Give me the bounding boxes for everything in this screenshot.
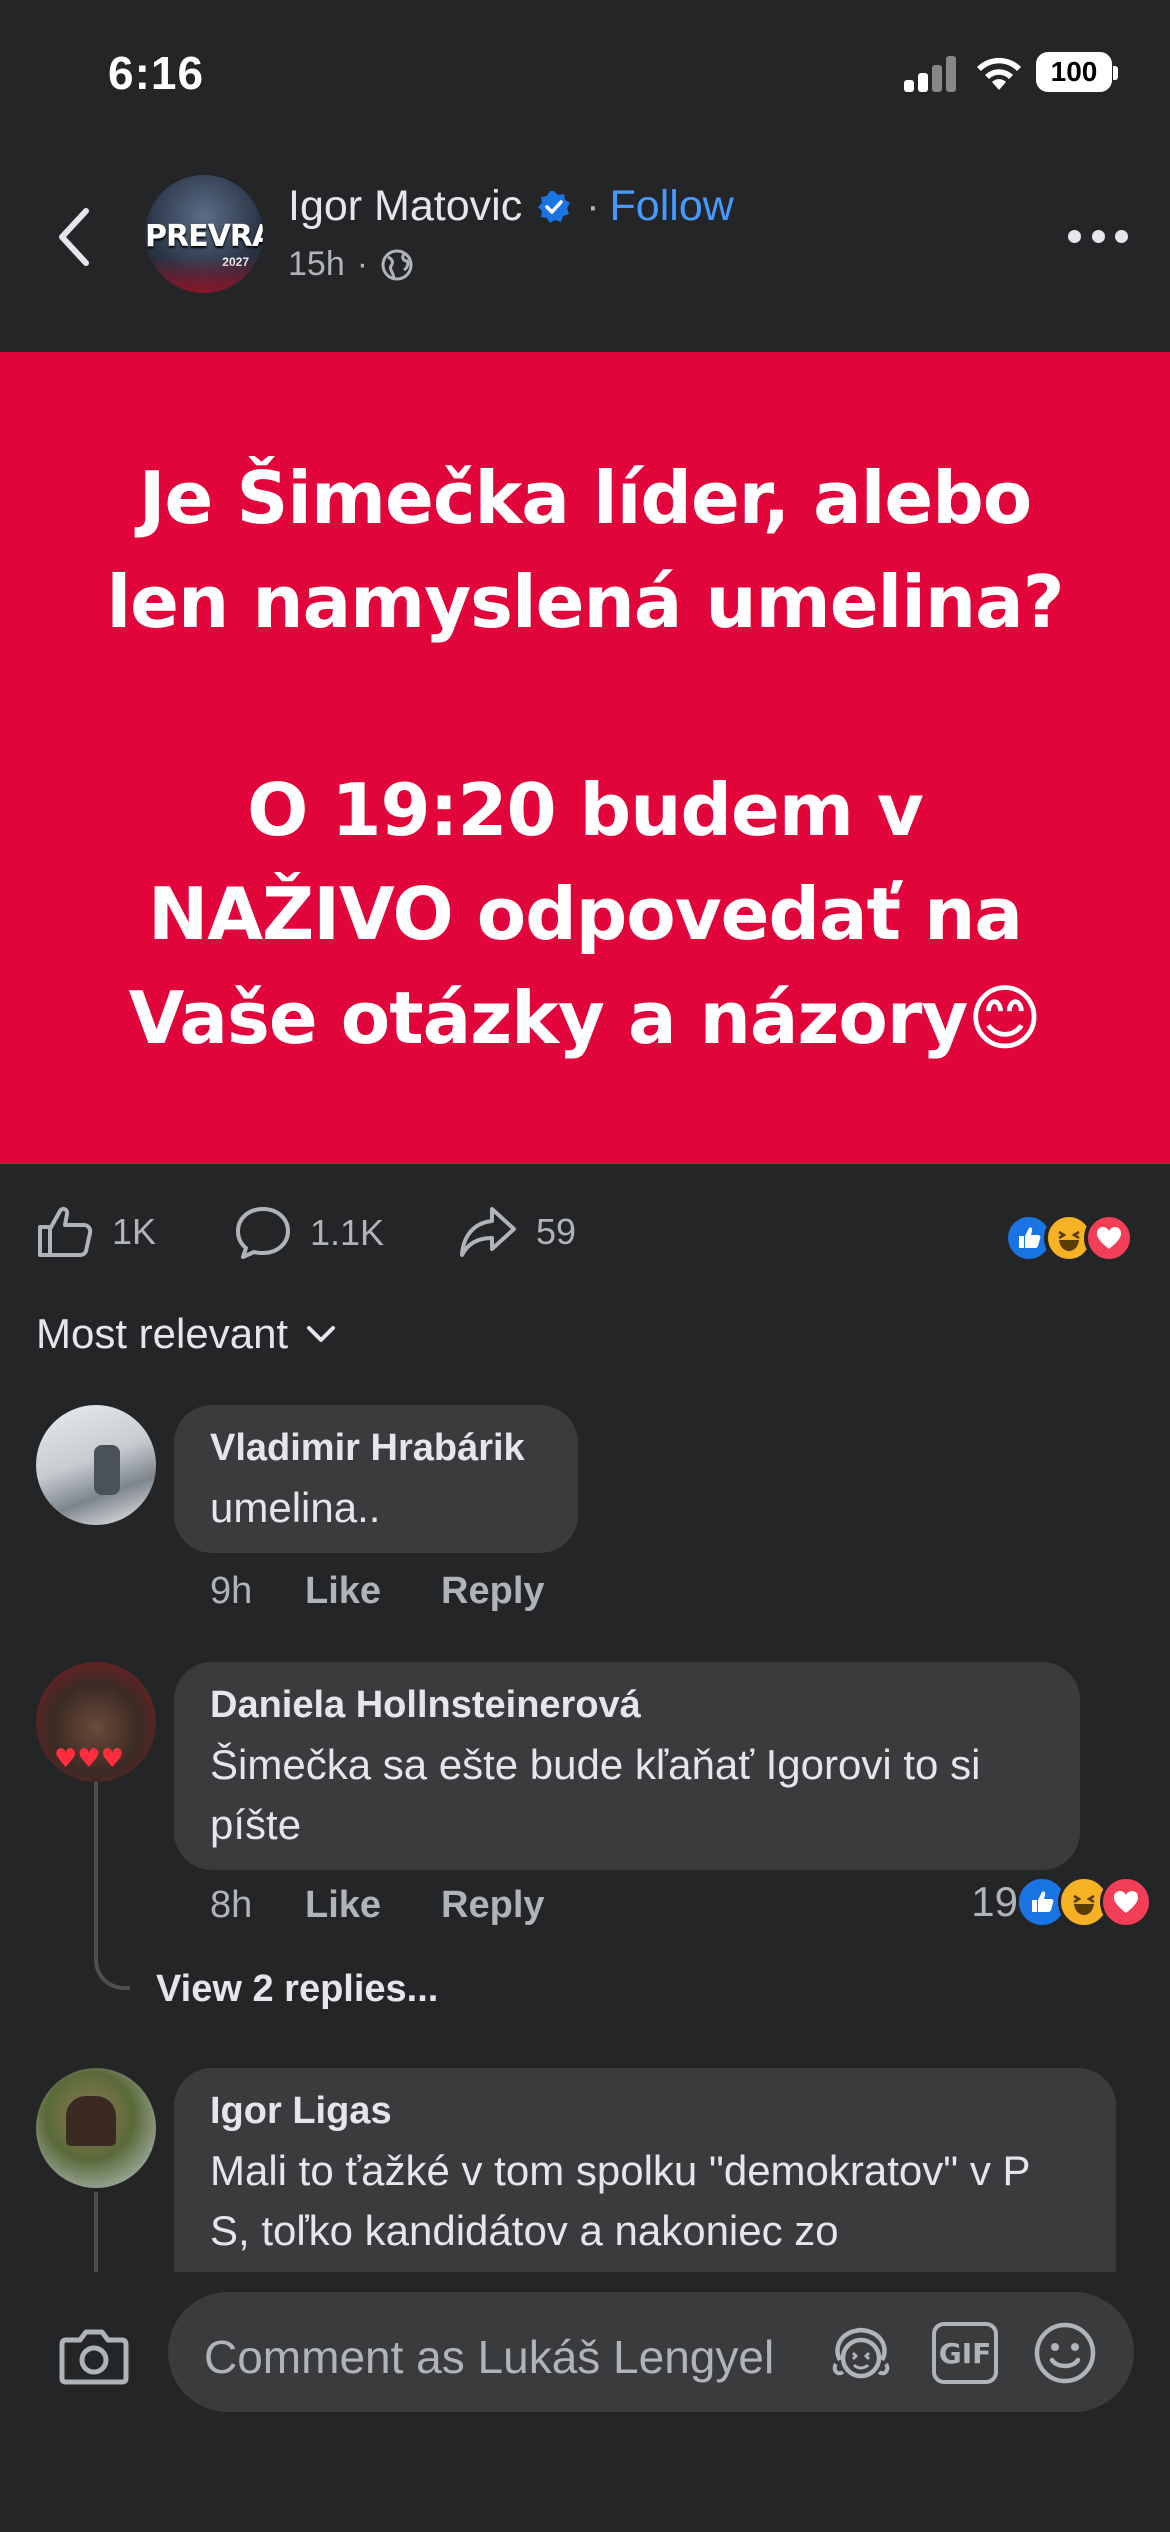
share-count: 59 (536, 1211, 577, 1252)
status-time: 6:16 (108, 47, 205, 99)
sort-label: Most relevant (36, 1310, 289, 1357)
commenter-avatar[interactable] (36, 2068, 156, 2188)
comment-meta: 8h Like Reply (210, 1884, 545, 1927)
comment-item: Igor Ligas Mali to ťažké v tom spolku "d… (0, 2068, 1170, 2272)
comment-text: umelina.. (210, 1484, 381, 1531)
comment-meta: 9h Like Reply (210, 1570, 545, 1613)
love-reaction-icon (1100, 1876, 1152, 1928)
comment-author[interactable]: Igor Ligas (210, 2090, 1080, 2133)
post-timestamp[interactable]: 15h (288, 245, 345, 284)
banner-text-line: Je Šimečka líder, alebo (138, 456, 1032, 540)
more-dot (1115, 229, 1128, 243)
comment-count: 1.1K (310, 1212, 385, 1253)
comment-bubble-icon (236, 1207, 290, 1259)
banner-text-line: NAŽIVO odpovedať na (148, 872, 1023, 956)
banner-text-line: Vaše otázky a názory😊 (128, 976, 1043, 1060)
reaction-summary[interactable] (1004, 1213, 1134, 1263)
emoji-icon[interactable] (1030, 2320, 1100, 2386)
status-bar: 6:16 100 (0, 0, 1170, 140)
comment-author[interactable]: Daniela Hollnsteinerová (210, 1684, 1044, 1727)
author-line: Igor Matovic · Follow (288, 182, 734, 231)
like-action[interactable]: 1K (36, 1205, 156, 1259)
back-button[interactable] (44, 202, 104, 272)
love-reaction-icon (1084, 1213, 1134, 1263)
comment-like-button[interactable]: Like (305, 1570, 381, 1613)
thumbs-up-icon (38, 1206, 93, 1257)
more-dot (1091, 229, 1105, 243)
wifi-icon (977, 57, 1021, 90)
battery-indicator: 100 (1036, 52, 1118, 92)
comment-text: Mali to ťažké v tom spolku "demokratov" … (210, 2147, 1030, 2254)
page-avatar[interactable]: PREVRAT 2027 (145, 175, 263, 293)
comment-action[interactable]: 1.1K (234, 1205, 384, 1261)
share-action[interactable]: 59 (458, 1205, 576, 1259)
banner-text-line: len namyslená umelina? (106, 560, 1065, 644)
comment-sort-dropdown[interactable]: Most relevant (36, 1310, 336, 1358)
comment-bubble[interactable]: Igor Ligas Mali to ťažké v tom spolku "d… (174, 2068, 1116, 2272)
separator-dot: · (586, 184, 600, 228)
gif-button[interactable]: GIF (932, 2322, 998, 2384)
post-actions: 1K 1.1K 59 (0, 1195, 1170, 1275)
share-arrow-icon (460, 1207, 516, 1257)
cellular-signal-icon (904, 56, 958, 92)
comment-time: 8h (210, 1884, 253, 1926)
more-options-button[interactable] (1068, 216, 1128, 256)
more-dot (1068, 229, 1081, 243)
follow-button[interactable]: Follow (610, 182, 734, 231)
post-header: PREVRAT 2027 Igor Matovic · Follow 15h · (0, 160, 1170, 310)
post-image[interactable]: Je Šimečka líder, alebo len namyslená um… (0, 352, 1170, 1164)
comment-time: 9h (210, 1570, 253, 1612)
comment-author[interactable]: Vladimir Hrabárik (210, 1427, 542, 1470)
comment-text: Šimečka sa ešte bude kľaňať Igorovi to s… (210, 1741, 981, 1848)
comment-bubble[interactable]: Vladimir Hrabárik umelina.. (174, 1405, 578, 1553)
comment-input-placeholder: Comment as Lukáš Lengyel (204, 2331, 775, 2383)
thread-connector (94, 1950, 130, 1990)
view-replies-button[interactable]: View 2 replies... (156, 1968, 438, 2011)
comment-like-button[interactable]: Like (305, 1884, 381, 1927)
avatar-logo-text: PREVRAT (145, 219, 263, 254)
verified-badge-icon (538, 190, 571, 223)
chevron-left-icon (59, 208, 89, 266)
comment-reaction-count: 19 (971, 1878, 1018, 1925)
avatar-sticker-icon[interactable] (826, 2320, 896, 2386)
globe-icon (381, 249, 413, 280)
camera-icon[interactable] (58, 2326, 130, 2386)
chevron-down-icon (307, 1326, 336, 1342)
commenter-avatar[interactable] (36, 1405, 156, 1525)
commenter-avatar[interactable]: ♥♥♥ (36, 1662, 156, 1782)
comment-bubble[interactable]: Daniela Hollnsteinerová Šimečka sa ešte … (174, 1662, 1080, 1870)
like-count: 1K (112, 1211, 157, 1252)
comment-composer: Comment as Lukáš Lengyel GIF (0, 2272, 1170, 2532)
thread-line (94, 1780, 98, 1950)
comment-reply-button[interactable]: Reply (441, 1884, 544, 1927)
post-meta: 15h · (288, 245, 414, 284)
comment-reply-button[interactable]: Reply (441, 1570, 544, 1613)
banner-text-line: O 19:20 budem v (247, 768, 924, 852)
author-name[interactable]: Igor Matovic (288, 182, 522, 231)
meta-separator: · (356, 245, 369, 283)
comment-reactions[interactable]: 19 (971, 1876, 1152, 1928)
comment-input[interactable]: Comment as Lukáš Lengyel GIF (168, 2292, 1134, 2412)
